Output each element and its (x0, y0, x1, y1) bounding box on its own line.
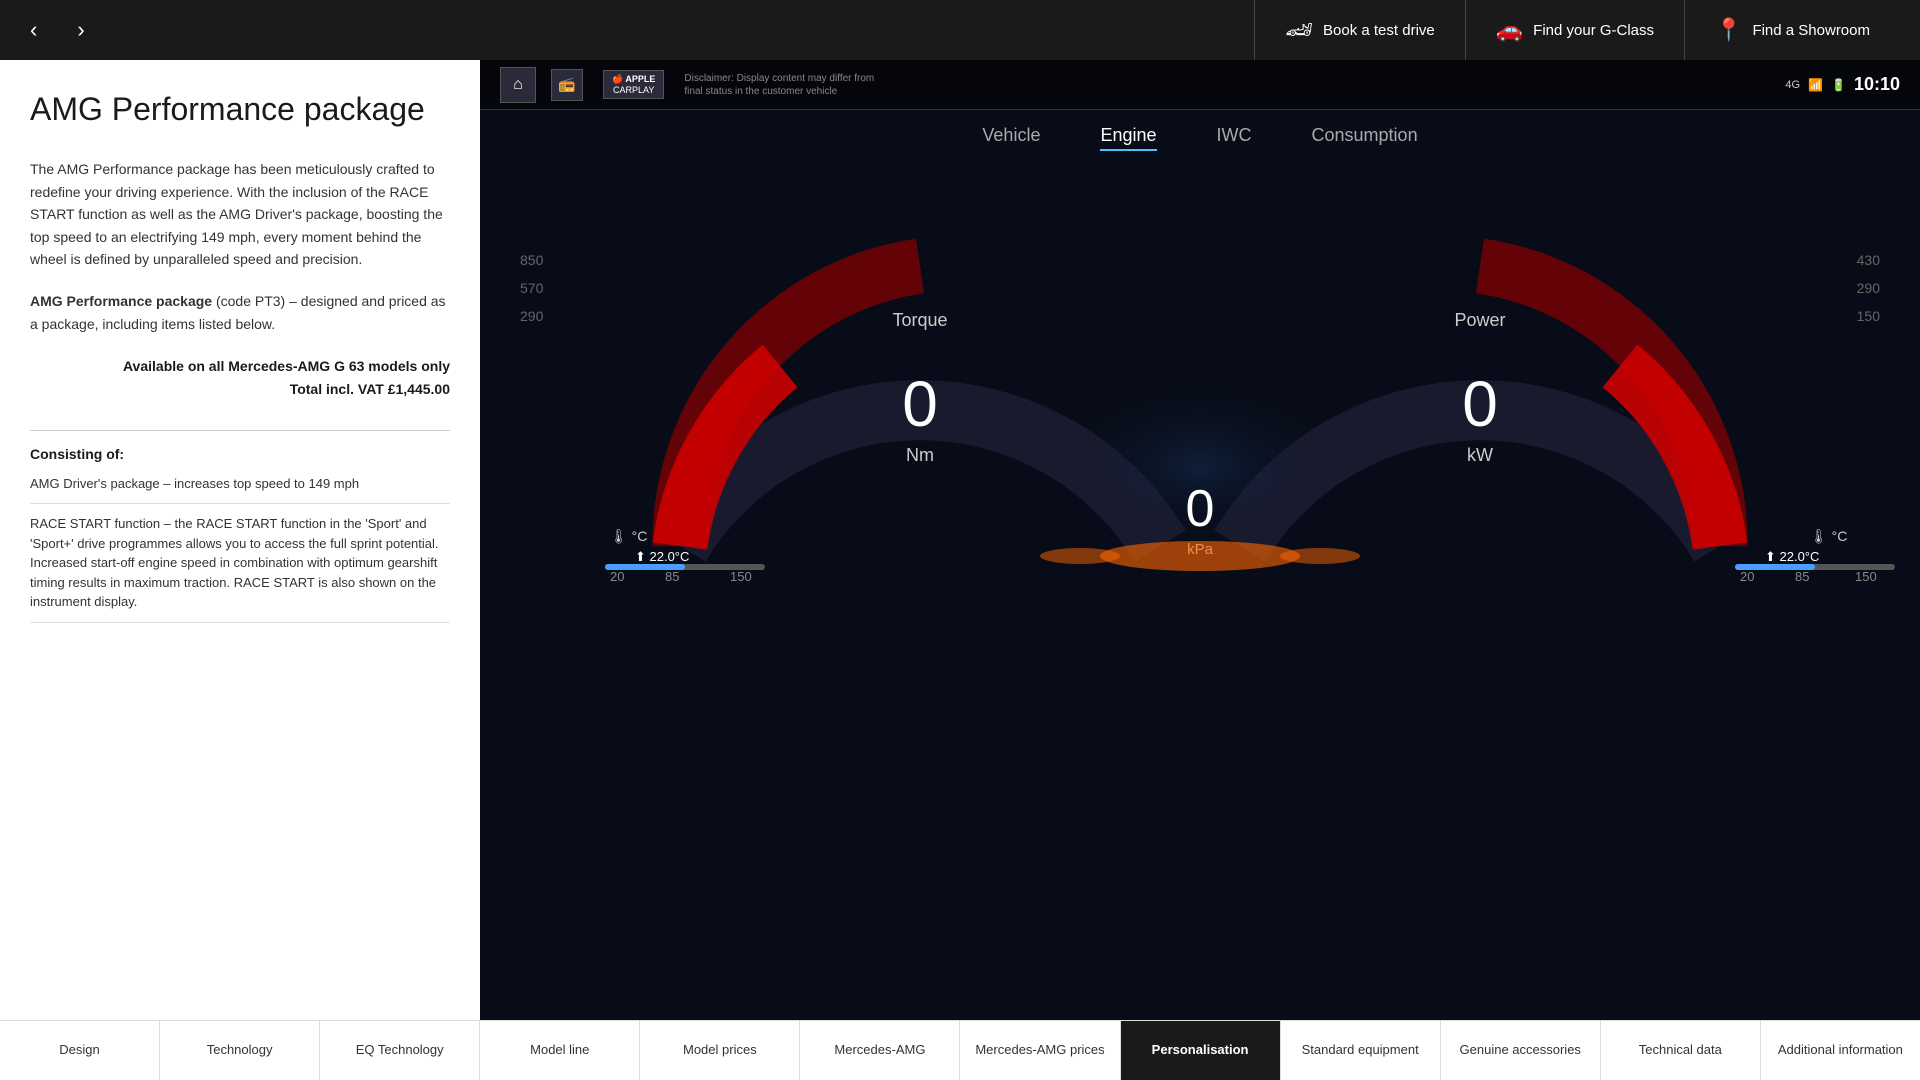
svg-text:Power: Power (1454, 310, 1505, 330)
tab-consumption[interactable]: Consumption (1312, 125, 1418, 151)
main-content: AMG Performance package The AMG Performa… (0, 60, 1920, 1020)
apple-carplay-text: 🍎 APPLE (612, 74, 655, 85)
prev-button[interactable]: ‹ (20, 12, 47, 48)
nav-item-model-line[interactable]: Model line (480, 1021, 640, 1080)
package-name-bold: AMG Performance package (30, 293, 212, 309)
dash-top-bar: ⌂ 📻 🍎 APPLE CARPLAY Disclaimer: Display … (480, 60, 1920, 110)
gauge-num-290: 290 (520, 302, 543, 330)
dashboard-display: ⌂ 📻 🍎 APPLE CARPLAY Disclaimer: Display … (480, 60, 1920, 1020)
gauge-num-290r: 290 (1857, 274, 1880, 302)
gauges-area: 850 570 290 430 290 150 (480, 166, 1920, 586)
dash-status-right: 4G 📶 🔋 10:10 (1785, 74, 1900, 95)
svg-text:Nm: Nm (906, 445, 934, 465)
consisting-section: Consisting of: AMG Driver's package – in… (30, 430, 450, 623)
package-name-text: AMG Performance package (code PT3) – des… (30, 290, 450, 335)
gauge-num-430: 430 (1857, 246, 1880, 274)
left-panel: AMG Performance package The AMG Performa… (0, 60, 480, 1020)
svg-text:20: 20 (610, 569, 624, 584)
description-text: The AMG Performance package has been met… (30, 158, 450, 270)
consisting-title: Consisting of: (30, 446, 450, 462)
availability-line1: Available on all Mercedes-AMG G 63 model… (30, 355, 450, 377)
location-icon: 📍 (1715, 17, 1742, 43)
steering-wheel-icon: 🏎 (1285, 17, 1313, 43)
item-1-text: AMG Driver's package – increases top spe… (30, 476, 359, 491)
gauge-num-150: 150 (1857, 302, 1880, 330)
dash-tabs: Vehicle Engine IWC Consumption (480, 110, 1920, 166)
svg-text:⬆ 22.0°C: ⬆ 22.0°C (1765, 549, 1819, 564)
dash-home-icon: ⌂ (500, 67, 536, 103)
carplay-text: CARPLAY (613, 85, 654, 95)
svg-text:0: 0 (1186, 480, 1215, 538)
svg-text:85: 85 (665, 569, 679, 584)
list-item: AMG Driver's package – increases top spe… (30, 474, 450, 505)
bottom-nav: Design Technology EQ Technology Model li… (0, 1020, 1920, 1080)
gauge-num-850: 850 (520, 246, 543, 274)
next-button[interactable]: › (67, 12, 94, 48)
nav-item-additional-information[interactable]: Additional information (1761, 1021, 1920, 1080)
svg-text:🌡 °C: 🌡 °C (1810, 528, 1847, 544)
nav-item-eq-technology[interactable]: EQ Technology (320, 1021, 480, 1080)
nav-item-model-prices[interactable]: Model prices (640, 1021, 800, 1080)
nav-item-mercedes-amg-prices[interactable]: Mercedes-AMG prices (960, 1021, 1120, 1080)
header-right: 🏎 Book a test drive 🚗 Find your G-Class … (1254, 0, 1900, 60)
gauge-numbers-left: 850 570 290 (520, 246, 543, 330)
list-item: RACE START function – the RACE START fun… (30, 514, 450, 623)
nav-item-mercedes-amg[interactable]: Mercedes-AMG (800, 1021, 960, 1080)
svg-text:kW: kW (1467, 445, 1493, 465)
gauge-svg: Torque Power 0 Nm 0 kW 0 kPa 20 85 150 (480, 166, 1920, 586)
find-showroom-label: Find a Showroom (1752, 22, 1870, 39)
svg-text:0: 0 (902, 368, 938, 440)
item-2-text: RACE START function – the RACE START fun… (30, 516, 439, 609)
book-test-drive-label: Book a test drive (1323, 22, 1435, 39)
right-panel: ⌂ 📻 🍎 APPLE CARPLAY Disclaimer: Display … (480, 60, 1920, 1020)
radio-icon: 📻 (551, 69, 583, 101)
find-g-class-button[interactable]: 🚗 Find your G-Class (1465, 0, 1684, 60)
availability-text: Available on all Mercedes-AMG G 63 model… (30, 355, 450, 400)
dash-time: 10:10 (1854, 74, 1900, 95)
svg-text:150: 150 (730, 569, 752, 584)
svg-text:0: 0 (1462, 368, 1498, 440)
nav-item-genuine-accessories[interactable]: Genuine accessories (1441, 1021, 1601, 1080)
tab-vehicle[interactable]: Vehicle (982, 125, 1040, 151)
tab-engine[interactable]: Engine (1100, 125, 1156, 151)
gauge-numbers-right: 430 290 150 (1857, 246, 1880, 330)
car-icon: 🚗 (1496, 17, 1523, 43)
availability-line2: Total incl. VAT £1,445.00 (30, 378, 450, 400)
header: ‹ › 🏎 Book a test drive 🚗 Find your G-Cl… (0, 0, 1920, 60)
svg-text:⬆ 22.0°C: ⬆ 22.0°C (635, 549, 689, 564)
page-title: AMG Performance package (30, 90, 450, 128)
svg-text:85: 85 (1795, 569, 1809, 584)
apple-carplay-icon: 🍎 APPLE CARPLAY (603, 70, 664, 99)
signal-4g: 4G (1785, 79, 1800, 91)
dash-radio-icon: 📻 (551, 69, 583, 101)
nav-item-design[interactable]: Design (0, 1021, 160, 1080)
tab-iwc[interactable]: IWC (1217, 125, 1252, 151)
dash-disclaimer: Disclaimer: Display content may differ f… (684, 72, 884, 98)
find-g-class-label: Find your G-Class (1533, 22, 1654, 39)
find-showroom-button[interactable]: 📍 Find a Showroom (1684, 0, 1900, 60)
nav-arrows: ‹ › (20, 12, 95, 48)
book-test-drive-button[interactable]: 🏎 Book a test drive (1254, 0, 1465, 60)
battery-icon: 🔋 (1831, 78, 1846, 92)
svg-text:150: 150 (1855, 569, 1877, 584)
svg-text:🌡 °C: 🌡 °C (610, 528, 647, 544)
nav-item-technical-data[interactable]: Technical data (1601, 1021, 1761, 1080)
nav-item-personalisation[interactable]: Personalisation (1121, 1021, 1281, 1080)
nav-item-technology[interactable]: Technology (160, 1021, 320, 1080)
gauge-num-570: 570 (520, 274, 543, 302)
svg-text:20: 20 (1740, 569, 1754, 584)
svg-text:Torque: Torque (892, 310, 947, 330)
wifi-icon: 📶 (1808, 78, 1823, 92)
nav-item-standard-equipment[interactable]: Standard equipment (1281, 1021, 1441, 1080)
